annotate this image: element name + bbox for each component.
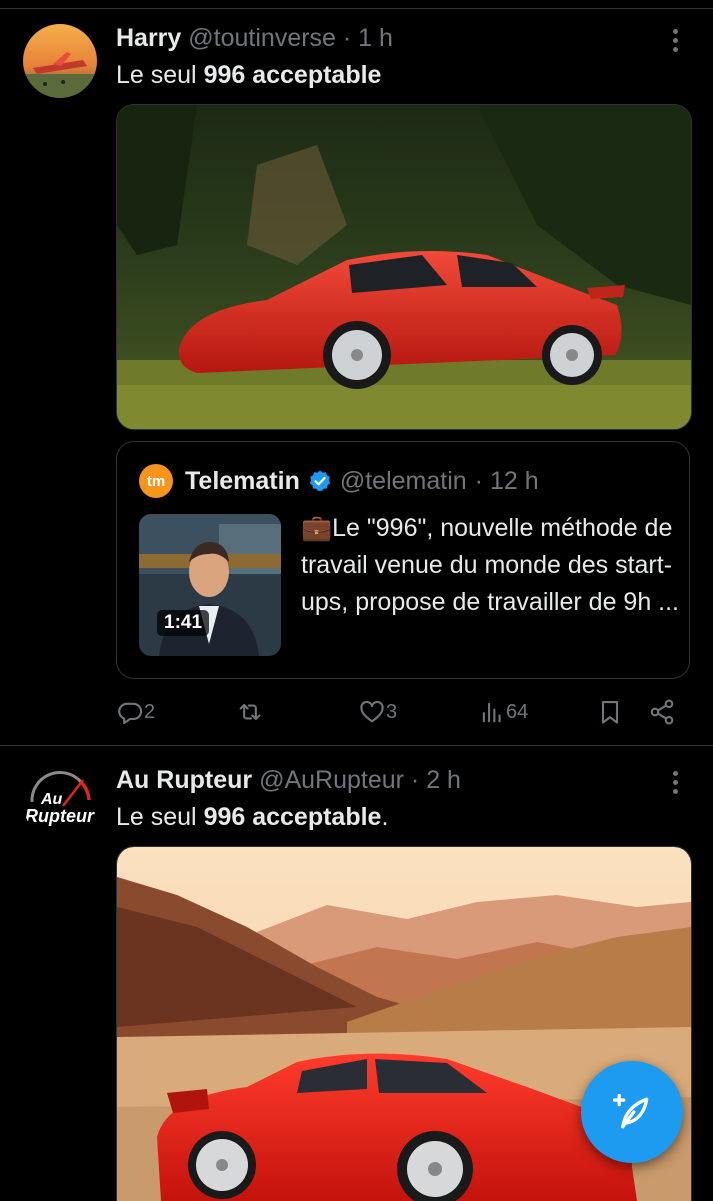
reply-button[interactable]: 2 xyxy=(116,698,155,726)
tweet-text-suffix: . xyxy=(381,803,389,831)
handle[interactable]: @toutinverse xyxy=(188,24,336,52)
share-button[interactable] xyxy=(648,698,676,726)
quoted-timestamp[interactable]: · 12 h xyxy=(475,467,539,496)
like-icon xyxy=(360,700,384,723)
views-button[interactable]: 64 xyxy=(478,698,528,726)
like-count: 3 xyxy=(386,700,398,723)
tweet-header: Au Rupteur @AuRupteur · 2 h xyxy=(116,766,461,795)
views-count: 64 xyxy=(506,700,529,723)
timestamp[interactable]: · 2 h xyxy=(411,766,461,794)
tweet-text-bold: 996 acceptable xyxy=(203,61,382,89)
share-icon xyxy=(650,699,674,725)
quoted-tweet-text: 💼Le "996", nouvelle méthode de travail v… xyxy=(301,514,680,616)
retweet-button[interactable] xyxy=(236,698,264,726)
quoted-display-name[interactable]: Telematin xyxy=(185,467,300,496)
tweet-text: Le seul 996 acceptable xyxy=(116,61,381,90)
like-button[interactable]: 3 xyxy=(358,698,397,726)
display-name[interactable]: Au Rupteur xyxy=(116,766,252,794)
video-duration: 1:41 xyxy=(157,610,210,636)
tweet-text-prefix: Le seul xyxy=(116,803,204,831)
avatar[interactable]: Au Rupteur xyxy=(23,766,97,840)
views-icon xyxy=(482,702,501,723)
telematin-avatar[interactable]: tm xyxy=(139,464,173,498)
more-icon[interactable] xyxy=(664,27,688,57)
retweet-icon xyxy=(239,703,261,721)
timestamp[interactable]: · 1 h xyxy=(343,24,393,52)
tweet-divider xyxy=(0,745,713,746)
bookmark-icon xyxy=(601,701,619,724)
more-icon[interactable] xyxy=(664,769,688,799)
quoted-tweet-header: tm Telematin @telematin · 12 h xyxy=(139,464,539,498)
display-name[interactable]: Harry xyxy=(116,24,181,52)
tweet-header: Harry @toutinverse · 1 h xyxy=(116,24,393,53)
avatar[interactable] xyxy=(23,24,97,98)
tweet-text-prefix: Le seul xyxy=(116,61,204,89)
compose-button[interactable] xyxy=(581,1061,683,1163)
handle[interactable]: @AuRupteur xyxy=(259,766,404,794)
bookmark-button[interactable] xyxy=(596,698,624,726)
tweet-text: Le seul 996 acceptable. xyxy=(116,803,388,832)
tweet-actions: 2 3 64 xyxy=(116,698,690,730)
video-thumbnail[interactable]: 1:41 xyxy=(139,514,281,656)
compose-icon xyxy=(612,1093,649,1129)
quoted-handle[interactable]: @telematin xyxy=(340,467,467,496)
aurupteur-logo-line2: Rupteur xyxy=(25,806,95,826)
reply-count: 2 xyxy=(144,700,156,723)
quoted-tweet[interactable]: tm Telematin @telematin · 12 h 1:41 💼Le … xyxy=(116,441,690,679)
top-divider xyxy=(0,0,713,9)
tweet-image[interactable] xyxy=(116,104,692,430)
verified-icon xyxy=(309,470,331,492)
tweet-text-bold: 996 acceptable xyxy=(203,803,382,831)
reply-icon xyxy=(118,702,143,725)
